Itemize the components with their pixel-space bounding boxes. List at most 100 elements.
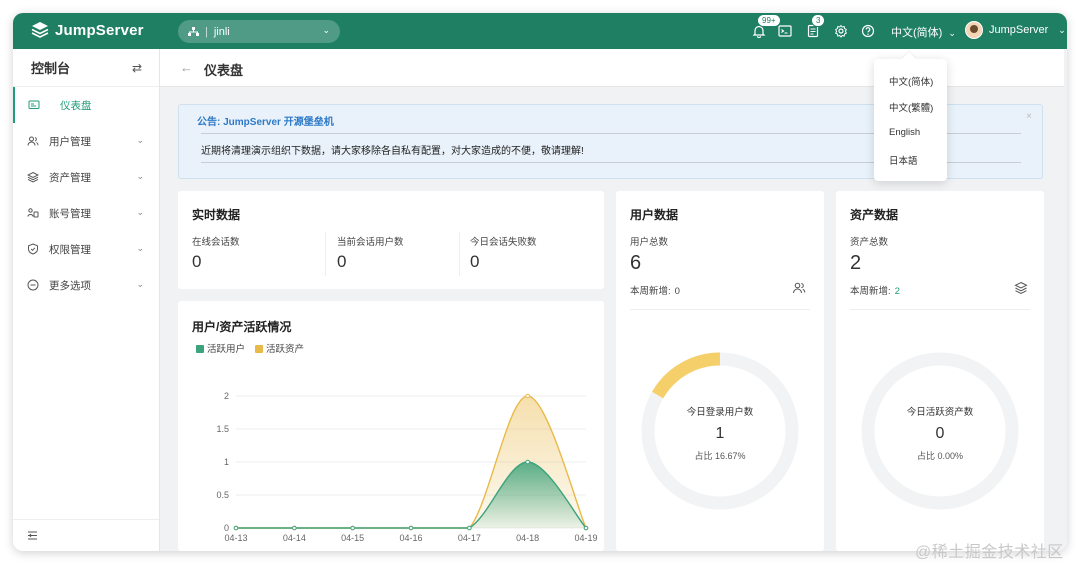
- legend-label: 活跃用户: [207, 344, 246, 355]
- chevron-down-icon: ⌄: [948, 28, 956, 38]
- tickets-badge: 3: [811, 14, 826, 27]
- card-title: 用户/资产活跃情况: [192, 320, 292, 334]
- legend-swatch: [255, 345, 264, 353]
- legend-item-assets[interactable]: 活跃资产: [255, 341, 304, 355]
- data-point[interactable]: [292, 525, 297, 531]
- back-arrow-icon[interactable]: ←: [180, 60, 193, 75]
- users-icon: [793, 282, 806, 294]
- stat-label: 资产总数: [850, 237, 889, 248]
- sidebar-item-label: 仪表盘: [60, 99, 92, 112]
- language-dropdown: 中文(简体) 中文(繁體) English 日本語: [874, 51, 947, 181]
- card-title: 实时数据: [192, 208, 241, 222]
- switch-view-icon[interactable]: ⇄: [132, 61, 142, 75]
- stat-label: 今日会话失败数: [470, 237, 537, 248]
- sidebar-header: 控制台 ⇄: [13, 49, 159, 87]
- user-menu[interactable]: JumpServer ⌄: [965, 21, 1066, 39]
- org-separator: |: [205, 25, 208, 38]
- org-name: jinli: [213, 25, 230, 38]
- gear-icon: [835, 24, 847, 38]
- legend-item-users[interactable]: 活跃用户: [196, 341, 245, 355]
- data-point[interactable]: [233, 525, 239, 531]
- legend-swatch: [196, 345, 204, 353]
- y-tick-label: 0.5: [216, 490, 229, 500]
- weekly-new-value: 0: [674, 286, 680, 297]
- x-tick-label: 04-15: [341, 533, 364, 543]
- settings-button[interactable]: [834, 24, 848, 38]
- data-point[interactable]: [583, 525, 589, 531]
- donut-label: 今日活跃资产数: [907, 406, 974, 418]
- y-tick-label: 1: [224, 457, 229, 467]
- sidebar-item-permissions[interactable]: 权限管理 ⌄: [13, 231, 159, 267]
- chevron-down-icon: ⌄: [322, 25, 330, 35]
- sidebar-item-users[interactable]: 用户管理 ⌄: [13, 123, 159, 159]
- sidebar-item-label: 账号管理: [49, 207, 91, 220]
- language-option-zh-hant[interactable]: 中文(繁體): [889, 100, 933, 114]
- top-navbar: JumpServer | jinli ⌄ 99+ 3 中文(简体) ⌄ Jump…: [13, 13, 1067, 49]
- weekly-new-label: 本周新增:: [850, 286, 891, 297]
- sidebar-item-dashboard[interactable]: 仪表盘: [13, 87, 159, 123]
- card-divider: [630, 309, 810, 310]
- sidebar-title: 控制台: [31, 61, 71, 76]
- realtime-data-card: 实时数据 在线会话数 0 当前会话用户数 0 今日会话失败数 0: [178, 191, 604, 289]
- data-point[interactable]: [467, 525, 472, 531]
- language-option-japanese[interactable]: 日本語: [889, 153, 918, 167]
- jumpserver-logo-icon: [31, 22, 49, 38]
- asset-data-card: 资产数据 资产总数 2 本周新增: 2 今日活跃资产数 0 占比 0.00%: [836, 191, 1044, 551]
- stat-value: 0: [192, 252, 202, 271]
- weekly-new-label: 本周新增:: [630, 286, 671, 297]
- y-tick-label: 1.5: [216, 424, 229, 434]
- announcement-title: 公告: JumpServer 开源堡垒机: [197, 117, 334, 128]
- sidebar-footer: [13, 519, 159, 551]
- org-icon: [188, 26, 199, 36]
- chevron-down-icon: ⌄: [136, 243, 144, 253]
- help-button[interactable]: [861, 24, 875, 38]
- sidebar-item-assets[interactable]: 资产管理 ⌄: [13, 159, 159, 195]
- layers-icon: [1014, 281, 1028, 295]
- donut-value: 0: [936, 425, 945, 442]
- language-option-english[interactable]: English: [889, 127, 920, 138]
- web-terminal-button[interactable]: [778, 24, 792, 38]
- sidebar-item-label: 权限管理: [49, 243, 91, 256]
- terminal-icon: [778, 25, 792, 37]
- language-option-zh-hans[interactable]: 中文(简体): [889, 74, 933, 88]
- accounts-icon: [27, 208, 39, 218]
- weekly-new-assets: 本周新增: 2: [850, 283, 900, 297]
- donut-ratio: 占比 16.67%: [694, 450, 745, 461]
- donut-value: 1: [716, 425, 725, 442]
- data-point[interactable]: [350, 525, 355, 531]
- data-point[interactable]: [525, 459, 530, 465]
- stat-value: 0: [470, 252, 480, 271]
- avatar: [965, 21, 983, 39]
- brand-logo[interactable]: JumpServer: [31, 21, 144, 39]
- asset-active-donut: 今日活跃资产数 0 占比 0.00%: [861, 352, 1019, 510]
- donut-arc: [652, 352, 721, 399]
- more-icon: [27, 279, 39, 291]
- assets-icon: [27, 171, 39, 183]
- chevron-down-icon: ⌄: [136, 207, 144, 217]
- x-tick-label: 04-16: [399, 533, 422, 543]
- chevron-down-icon: ⌄: [136, 171, 144, 181]
- sidebar-item-accounts[interactable]: 账号管理 ⌄: [13, 195, 159, 231]
- x-tick-label: 04-17: [458, 533, 481, 543]
- collapse-sidebar-icon[interactable]: [27, 530, 38, 541]
- x-tick-label: 04-18: [516, 533, 539, 543]
- legend-label: 活跃资产: [266, 344, 305, 355]
- data-point[interactable]: [525, 393, 530, 399]
- sidebar: 控制台 ⇄ 仪表盘 用户管理 ⌄ 资产管理 ⌄ 账号管理 ⌄ 权限管理 ⌄ 更多…: [13, 49, 160, 551]
- donut-ratio: 占比 0.00%: [917, 450, 963, 461]
- sidebar-item-more[interactable]: 更多选项 ⌄: [13, 267, 159, 303]
- organization-select[interactable]: | jinli ⌄: [178, 20, 340, 43]
- close-icon[interactable]: ×: [1026, 111, 1032, 122]
- tickets-button[interactable]: 3: [806, 14, 826, 38]
- donut-label: 今日登录用户数: [687, 406, 754, 418]
- stat-label: 当前会话用户数: [337, 237, 404, 248]
- asset-total: 2: [850, 252, 862, 274]
- chevron-down-icon: ⌄: [136, 279, 144, 289]
- sidebar-item-label: 更多选项: [49, 279, 91, 292]
- notifications-button[interactable]: 99+: [752, 14, 781, 39]
- stat-divider: [325, 232, 326, 276]
- data-point[interactable]: [408, 525, 414, 531]
- chart-legend: 活跃用户 活跃资产: [196, 341, 304, 355]
- language-switch[interactable]: 中文(简体) ⌄: [891, 24, 956, 40]
- watermark: @稀土掘金技术社区: [915, 544, 1064, 561]
